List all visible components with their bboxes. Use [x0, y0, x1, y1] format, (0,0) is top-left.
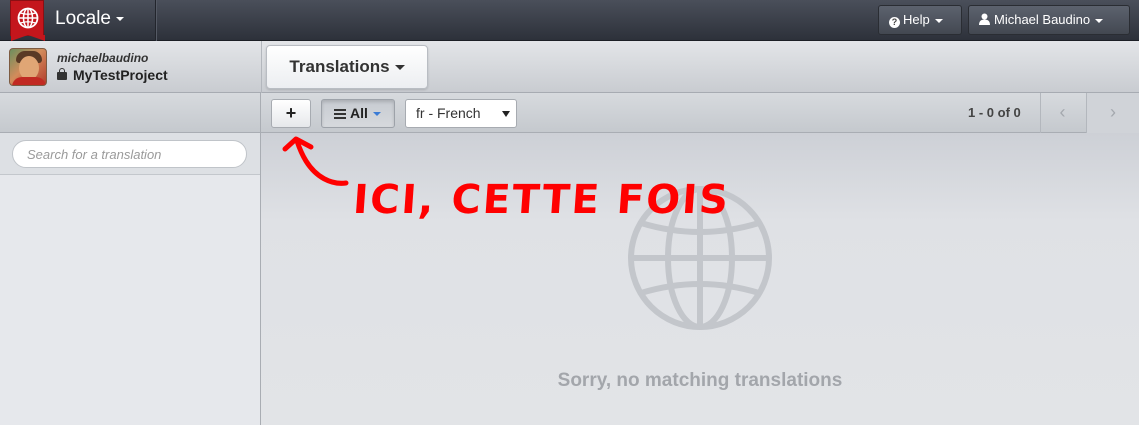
- user-menu-button[interactable]: Michael Baudino: [968, 5, 1130, 35]
- user-icon: [979, 13, 990, 25]
- brand-title[interactable]: Locale: [55, 8, 124, 30]
- lock-icon: [57, 68, 67, 80]
- divider: [260, 93, 261, 133]
- project-name[interactable]: MyTestProject: [57, 67, 168, 83]
- top-navbar: Locale ? Help Michael Baudino: [0, 0, 1139, 41]
- translations-toolbar: + All fr - French 1 - 0 of 0 ‹ ›: [0, 93, 1139, 133]
- translations-menu-button[interactable]: Translations: [266, 45, 428, 89]
- next-page-button[interactable]: ›: [1086, 93, 1139, 133]
- chevron-down-icon: [1095, 18, 1104, 23]
- chevron-down-icon: [934, 18, 943, 23]
- chevron-down-icon: [116, 16, 124, 21]
- filter-dropdown-button[interactable]: All: [321, 99, 395, 128]
- brand-menu[interactable]: Locale: [0, 0, 156, 41]
- help-label: Help: [903, 12, 930, 27]
- select-arrow-icon: [502, 111, 510, 117]
- question-icon: ?: [889, 17, 900, 28]
- pagination-info: 1 - 0 of 0: [968, 105, 1021, 120]
- search-container: [0, 133, 260, 175]
- project-bar: michaelbaudino MyTestProject Translation…: [0, 41, 1139, 93]
- globe-logo-icon: [10, 0, 45, 41]
- main-content: Sorry, no matching translations: [261, 133, 1139, 425]
- add-translation-button[interactable]: +: [271, 99, 311, 128]
- avatar: [9, 48, 47, 86]
- username: michaelbaudino: [57, 51, 149, 65]
- divider: [261, 41, 262, 93]
- search-input[interactable]: [12, 140, 247, 168]
- previous-page-button[interactable]: ‹: [1040, 93, 1084, 133]
- chevron-down-icon: [372, 112, 381, 117]
- chevron-down-icon: [394, 65, 405, 71]
- list-icon: [334, 109, 346, 119]
- sidebar: [0, 133, 261, 425]
- language-select[interactable]: fr - French: [405, 99, 517, 128]
- user-label: Michael Baudino: [994, 12, 1091, 27]
- globe-icon: [628, 186, 772, 330]
- help-button[interactable]: ? Help: [878, 5, 962, 35]
- empty-state-message: Sorry, no matching translations: [557, 370, 843, 391]
